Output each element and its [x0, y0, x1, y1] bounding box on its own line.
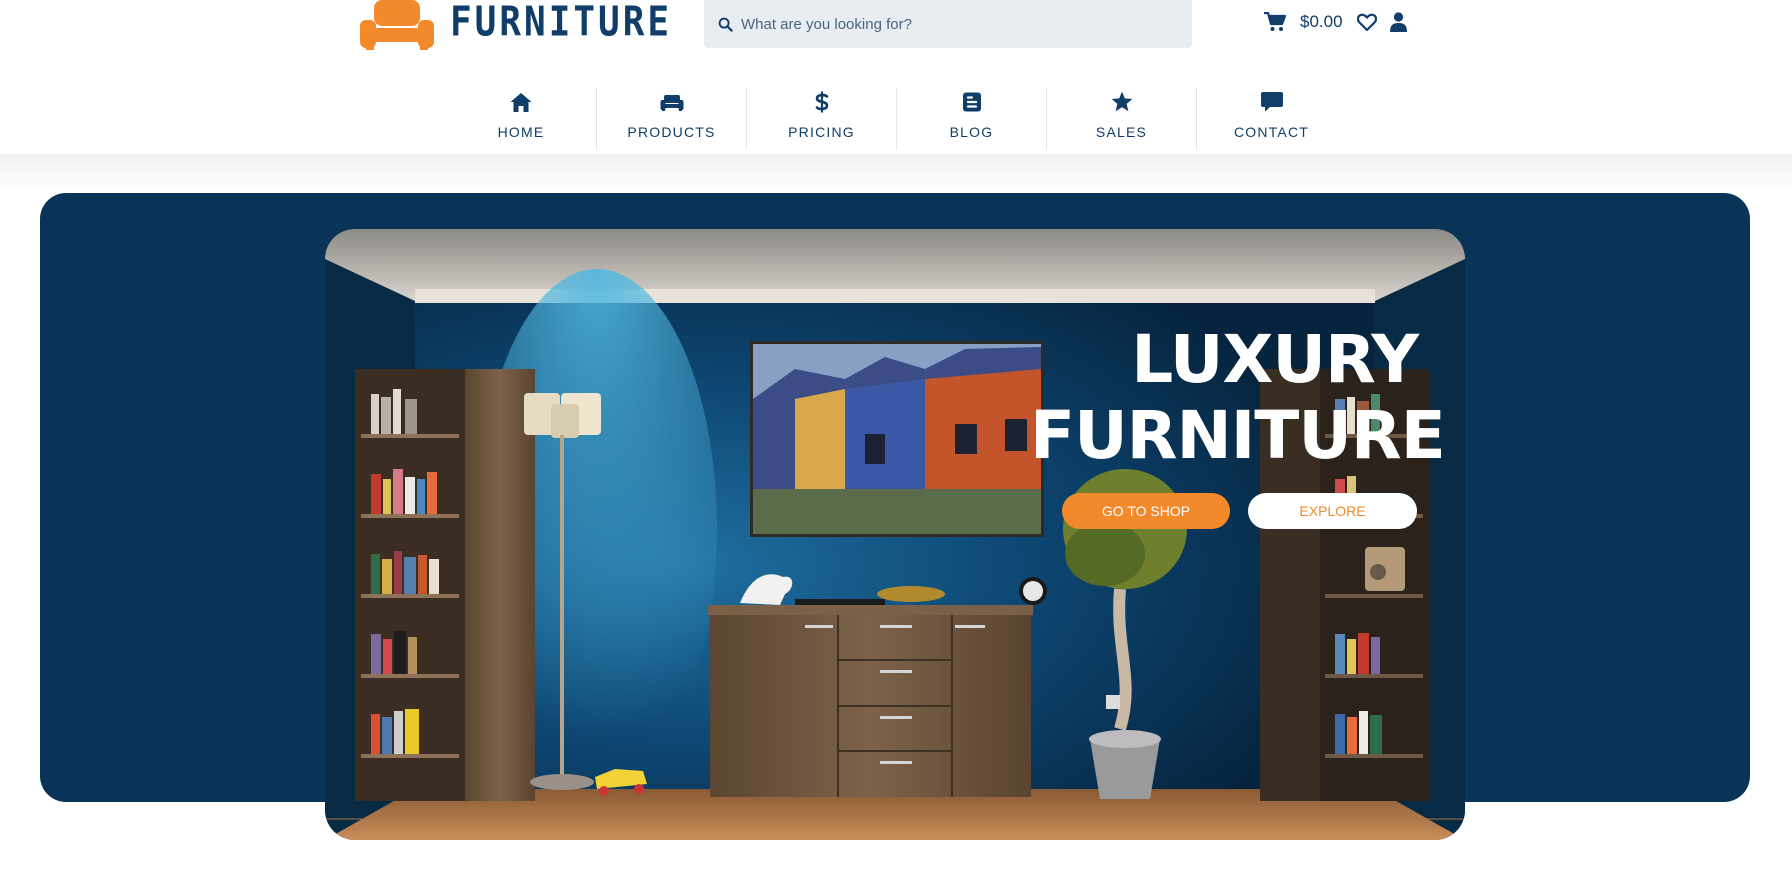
nav-item-home[interactable]: HOME: [446, 88, 596, 150]
nav-label-products: PRODUCTS: [627, 124, 716, 140]
search-icon[interactable]: [718, 17, 733, 32]
sofa-icon: [660, 95, 683, 111]
nav-label-contact: CONTACT: [1233, 124, 1310, 140]
nav-label-pricing: PRICING: [788, 124, 855, 140]
hero-title-line1: LUXURY: [1131, 321, 1419, 398]
hero-title: LUXURY FURNITURE: [1030, 321, 1446, 474]
header-actions: $0.00: [1264, 0, 1407, 44]
nav-item-blog[interactable]: BLOG: [896, 88, 1046, 150]
nav-item-contact[interactable]: CONTACT: [1196, 88, 1346, 150]
hero-title-line2: FURNITURE: [1030, 397, 1446, 474]
user-icon[interactable]: [1389, 12, 1407, 32]
brand-name: FURNITURE: [450, 0, 673, 46]
nav-label-blog: BLOG: [949, 124, 994, 140]
heart-icon[interactable]: [1356, 13, 1377, 32]
nav-label-sales: SALES: [1095, 124, 1148, 140]
nav-item-products[interactable]: PRODUCTS: [596, 88, 746, 150]
home-icon: [510, 93, 532, 112]
sofa-icon: [360, 0, 434, 50]
nav-item-sales[interactable]: SALES: [1046, 88, 1196, 150]
go-to-shop-button[interactable]: GO TO SHOP: [1062, 493, 1230, 529]
site-header: FURNITURE $0.00 HOME: [0, 0, 1792, 155]
blogger-icon: [962, 92, 981, 112]
nav-label-home: HOME: [497, 124, 545, 140]
cart-icon[interactable]: [1264, 12, 1286, 32]
star-icon: [1111, 91, 1132, 112]
brand-logo[interactable]: FURNITURE: [360, 0, 672, 50]
search-input[interactable]: [741, 9, 1171, 39]
comment-icon: [1260, 92, 1283, 112]
main-navigation: HOME PRODUCTS PRICING BLOG SALES CONTACT: [0, 88, 1792, 152]
nav-item-pricing[interactable]: PRICING: [746, 88, 896, 150]
dollar-icon: [815, 91, 828, 113]
explore-button[interactable]: EXPLORE: [1248, 493, 1417, 529]
cart-total[interactable]: $0.00: [1300, 12, 1343, 32]
search-bar: [704, 0, 1192, 48]
header-shadow: [0, 154, 1792, 194]
